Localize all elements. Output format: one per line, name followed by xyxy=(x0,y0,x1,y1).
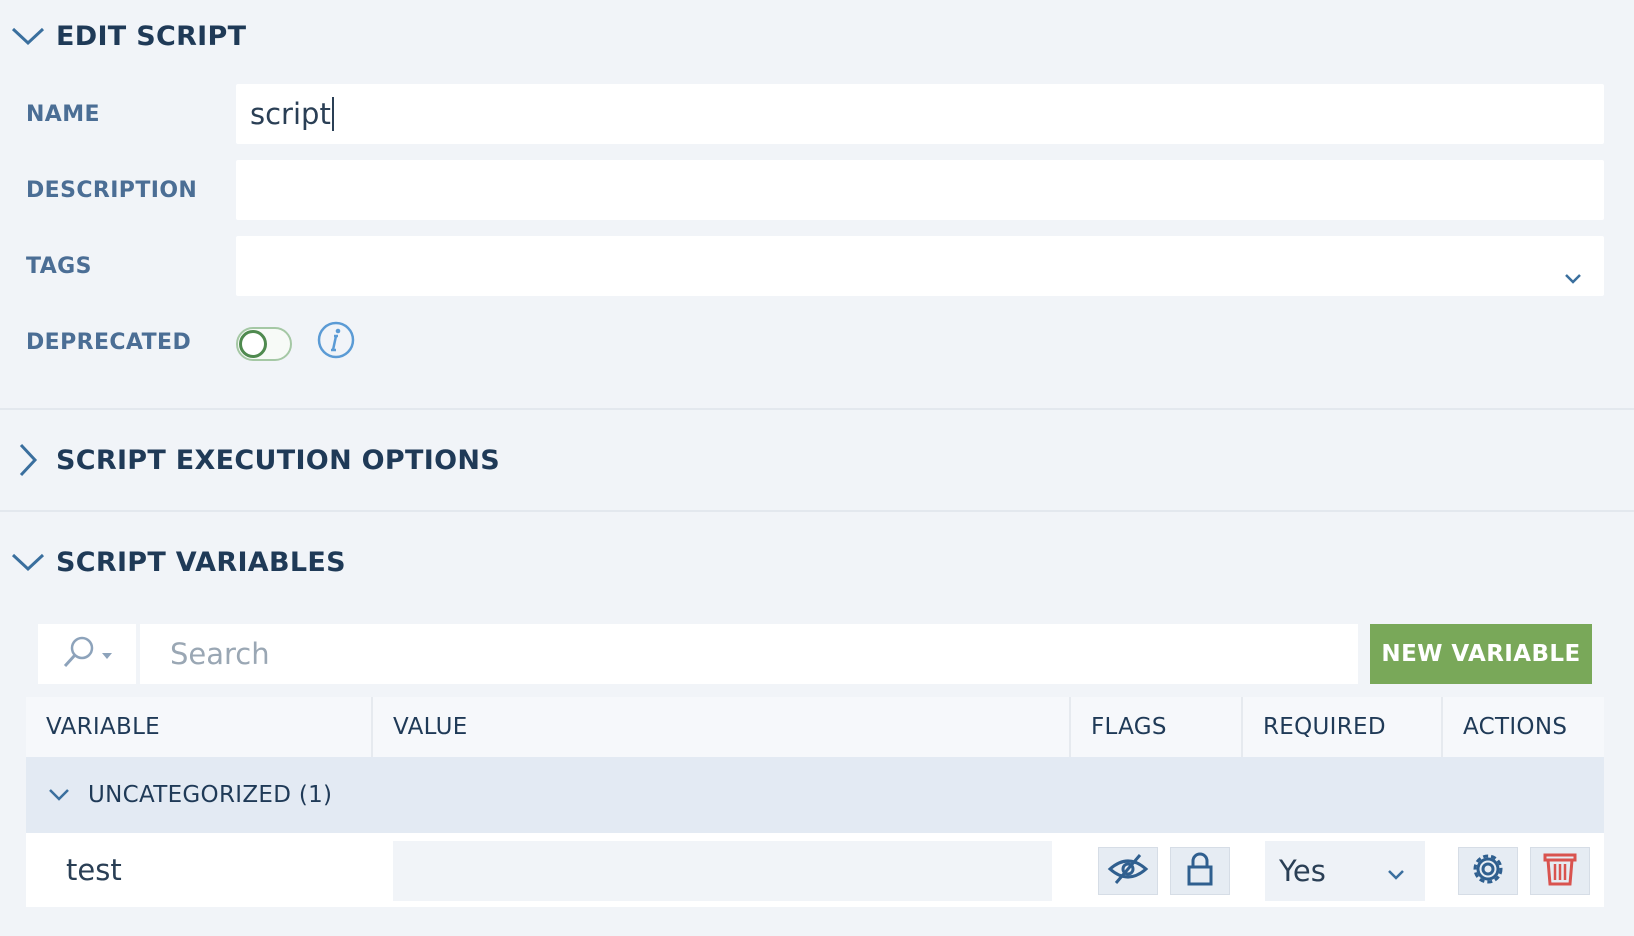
variable-search-bar xyxy=(38,624,1358,684)
search-input[interactable] xyxy=(140,624,1358,684)
text-caret xyxy=(331,97,334,131)
chevron-down-icon xyxy=(1564,258,1582,292)
group-row-uncategorized[interactable]: UNCATEGORIZED (1) xyxy=(26,757,1604,833)
search-filter-dropdown[interactable] xyxy=(38,624,136,684)
chevron-right-icon xyxy=(0,440,56,480)
section-title: SCRIPT VARIABLES xyxy=(56,546,346,578)
name-field[interactable]: script xyxy=(236,84,1604,144)
table-header: VARIABLE VALUE FLAGS REQUIRED ACTIONS xyxy=(26,697,1604,757)
table-row: test Yes xyxy=(26,833,1604,907)
deprecated-toggle[interactable] xyxy=(236,327,292,361)
new-variable-button[interactable]: NEW VARIABLE xyxy=(1370,624,1592,684)
readonly-flag-button[interactable] xyxy=(1170,847,1230,895)
column-header-flags[interactable]: FLAGS xyxy=(1071,697,1243,757)
column-header-variable[interactable]: VARIABLE xyxy=(26,697,373,757)
group-label: UNCATEGORIZED (1) xyxy=(88,782,333,808)
eye-slash-icon xyxy=(1107,852,1149,890)
required-select[interactable]: Yes xyxy=(1265,841,1425,901)
hidden-flag-button[interactable] xyxy=(1098,847,1158,895)
chevron-down-icon xyxy=(48,788,88,802)
search-icon xyxy=(61,634,97,674)
edit-script-header[interactable]: EDIT SCRIPT xyxy=(0,16,246,56)
tags-select[interactable] xyxy=(236,236,1604,296)
caret-down-icon xyxy=(101,645,113,664)
column-header-required[interactable]: REQUIRED xyxy=(1243,697,1443,757)
chevron-down-icon xyxy=(0,16,56,56)
delete-button[interactable] xyxy=(1530,847,1590,895)
column-header-value[interactable]: VALUE xyxy=(373,697,1071,757)
lock-icon xyxy=(1185,851,1215,891)
gear-icon xyxy=(1469,850,1507,892)
trash-icon xyxy=(1542,851,1578,891)
execution-options-section: SCRIPT EXECUTION OPTIONS xyxy=(0,410,1634,512)
settings-button[interactable] xyxy=(1458,847,1518,895)
section-title: EDIT SCRIPT xyxy=(56,20,247,52)
variables-table: VARIABLE VALUE FLAGS REQUIRED ACTIONS UN… xyxy=(26,697,1604,907)
tags-label: TAGS xyxy=(26,254,92,279)
variable-value-field[interactable] xyxy=(393,841,1052,901)
required-value: Yes xyxy=(1279,854,1326,888)
name-value: script xyxy=(250,97,331,131)
script-variables-header[interactable]: SCRIPT VARIABLES xyxy=(0,542,346,582)
edit-script-section: EDIT SCRIPT NAME script DESCRIPTION TAGS… xyxy=(0,0,1634,410)
section-title: SCRIPT EXECUTION OPTIONS xyxy=(56,444,500,476)
name-label: NAME xyxy=(26,102,100,127)
info-icon[interactable] xyxy=(317,321,355,359)
deprecated-label: DEPRECATED xyxy=(26,330,192,355)
chevron-down-icon xyxy=(1387,854,1405,888)
chevron-down-icon xyxy=(0,542,56,582)
toggle-knob xyxy=(239,330,267,358)
variable-name[interactable]: test xyxy=(66,853,122,887)
description-label: DESCRIPTION xyxy=(26,178,198,203)
column-header-actions: ACTIONS xyxy=(1463,714,1568,740)
description-field[interactable] xyxy=(236,160,1604,220)
execution-options-header[interactable]: SCRIPT EXECUTION OPTIONS xyxy=(0,440,500,480)
